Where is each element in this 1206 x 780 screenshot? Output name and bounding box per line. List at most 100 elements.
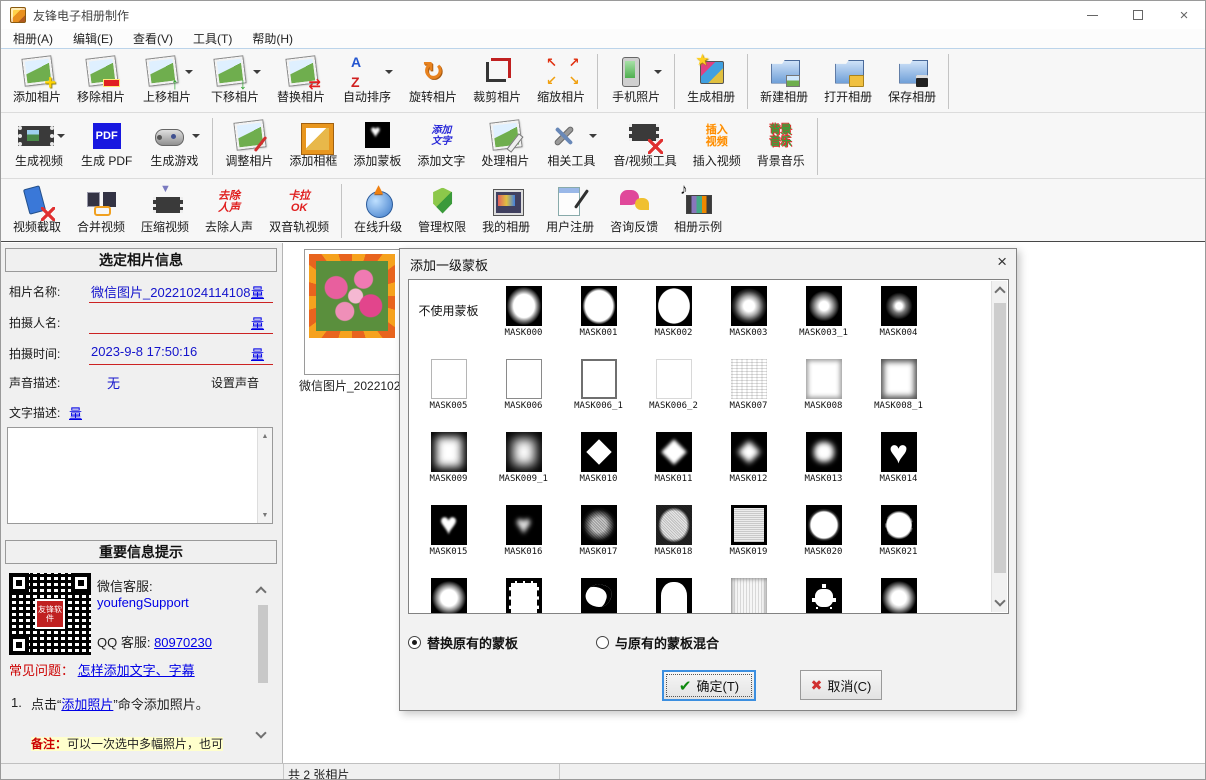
mask-item[interactable]: MASK008 bbox=[786, 353, 861, 426]
toolbar-merge-button[interactable]: 合并视频 bbox=[70, 181, 132, 237]
toolbar-process-button[interactable]: 处理相片 bbox=[474, 115, 536, 171]
ok-button[interactable]: ✔ 确定(T) bbox=[662, 670, 756, 701]
shoot-time-batch-link[interactable]: 量 bbox=[251, 344, 264, 363]
mask-item[interactable] bbox=[636, 572, 711, 614]
menu-item-help[interactable]: 帮助(H) bbox=[242, 28, 303, 49]
minimize-button[interactable] bbox=[1069, 1, 1115, 29]
chevron-down-icon[interactable] bbox=[654, 70, 662, 74]
textarea-scrollbar[interactable]: ▲ ▼ bbox=[257, 428, 272, 523]
scroll-down-icon[interactable] bbox=[994, 595, 1005, 606]
mask-item[interactable]: MASK009 bbox=[411, 426, 486, 499]
dialog-close-icon[interactable]: × bbox=[997, 253, 1007, 270]
toolbar-tools-button[interactable]: 相关工具 bbox=[538, 115, 604, 171]
photo-name-value[interactable]: 微信图片_20221024114108 bbox=[91, 282, 251, 301]
toolbar-folder-open-button[interactable]: 打开相册 bbox=[817, 51, 879, 107]
chevron-down-icon[interactable] bbox=[385, 70, 393, 74]
toolbar-photo-remove-button[interactable]: 移除相片 bbox=[70, 51, 132, 107]
chevron-down-icon[interactable] bbox=[589, 134, 597, 138]
toolbar-frame-button[interactable]: 添加相框 bbox=[282, 115, 344, 171]
toolbar-folder-new-button[interactable]: 新建相册 bbox=[753, 51, 815, 107]
mask-item[interactable]: MASK021 bbox=[861, 499, 936, 572]
menu-item-tools[interactable]: 工具(T) bbox=[183, 28, 242, 49]
panel-scroll-up-icon[interactable] bbox=[255, 586, 266, 597]
photo-thumbnail[interactable] bbox=[304, 249, 400, 375]
mask-item[interactable]: MASK006 bbox=[486, 353, 561, 426]
toolbar-upgrade-button[interactable]: 在线升级 bbox=[347, 181, 409, 237]
mask-item[interactable]: MASK008_1 bbox=[861, 353, 936, 426]
maximize-button[interactable] bbox=[1115, 1, 1161, 29]
toolbar-folder-save-button[interactable]: 保存相册 bbox=[881, 51, 943, 107]
mask-item[interactable] bbox=[486, 572, 561, 614]
mask-item[interactable]: MASK004 bbox=[861, 280, 936, 353]
radio-blend-mask[interactable]: 与原有的蒙板混合 bbox=[596, 633, 719, 652]
toolbar-photo-swap-button[interactable]: 替换相片 bbox=[270, 51, 332, 107]
mask-item[interactable]: MASK007 bbox=[711, 353, 786, 426]
scroll-up-icon[interactable] bbox=[994, 286, 1005, 297]
chevron-down-icon[interactable] bbox=[57, 134, 65, 138]
mask-item[interactable]: MASK003 bbox=[711, 280, 786, 353]
toolbar-crop-button[interactable]: 裁剪相片 bbox=[466, 51, 528, 107]
mask-item[interactable]: MASK012 bbox=[711, 426, 786, 499]
toolbar-photo-add-button[interactable]: 添加相片 bbox=[6, 51, 68, 107]
toolbar-mask-button[interactable]: 添加蒙板 bbox=[346, 115, 408, 171]
mask-item[interactable]: MASK019 bbox=[711, 499, 786, 572]
photographer-batch-link[interactable]: 量 bbox=[251, 313, 264, 332]
menu-item-album[interactable]: 相册(A) bbox=[3, 28, 63, 49]
toolbar-sort-button[interactable]: 自动排序 bbox=[334, 51, 400, 107]
toolbar-register-button[interactable]: 用户注册 bbox=[539, 181, 601, 237]
panel-scroll-down-icon[interactable] bbox=[255, 727, 266, 738]
mask-item[interactable]: MASK000 bbox=[486, 280, 561, 353]
toolbar-phone-button[interactable]: 手机照片 bbox=[603, 51, 669, 107]
toolbar-photo-down-button[interactable]: 下移相片 bbox=[202, 51, 268, 107]
cancel-button[interactable]: ✖ 取消(C) bbox=[800, 670, 882, 700]
toolbar-game-button[interactable]: 生成游戏 bbox=[141, 115, 207, 171]
toolbar-insvideo-button[interactable]: 插入视频插入视频 bbox=[686, 115, 748, 171]
mask-item[interactable]: MASK016 bbox=[486, 499, 561, 572]
toolbar-feedback-button[interactable]: 咨询反馈 bbox=[603, 181, 665, 237]
toolbar-capture-button[interactable]: 视频截取 bbox=[6, 181, 68, 237]
radio-replace-mask[interactable]: 替换原有的蒙板 bbox=[408, 633, 518, 652]
mask-item[interactable] bbox=[411, 572, 486, 614]
chevron-down-icon[interactable] bbox=[253, 70, 261, 74]
photo-name-batch-link[interactable]: 量 bbox=[251, 282, 264, 301]
toolbar-scale-button[interactable]: 缩放相片 bbox=[530, 51, 592, 107]
chevron-down-icon[interactable] bbox=[185, 70, 193, 74]
scroll-up-icon[interactable]: ▲ bbox=[258, 429, 272, 443]
toolbar-karaoke-button[interactable]: 卡拉OK双音轨视频 bbox=[262, 181, 336, 237]
close-button[interactable]: × bbox=[1161, 1, 1206, 29]
mask-list-scrollbar[interactable] bbox=[991, 281, 1007, 612]
mask-item[interactable]: MASK011 bbox=[636, 426, 711, 499]
shoot-time-value[interactable]: 2023-9-8 17:50:16 bbox=[91, 344, 197, 359]
wechat-service-id[interactable]: youfengSupport bbox=[97, 595, 189, 610]
chevron-down-icon[interactable] bbox=[192, 134, 200, 138]
toolbar-pdf-button[interactable]: PDF生成 PDF bbox=[74, 115, 139, 171]
set-sound-button[interactable]: 设置声音 bbox=[211, 374, 259, 391]
scroll-down-icon[interactable]: ▼ bbox=[258, 508, 272, 522]
mask-item[interactable]: MASK005 bbox=[411, 353, 486, 426]
toolbar-film-button[interactable]: 生成视频 bbox=[6, 115, 72, 171]
mask-item[interactable] bbox=[861, 572, 936, 614]
mask-item[interactable]: MASK001 bbox=[561, 280, 636, 353]
mask-item[interactable]: MASK002 bbox=[636, 280, 711, 353]
mask-item[interactable]: MASK006_1 bbox=[561, 353, 636, 426]
toolbar-bgmusic-button[interactable]: 背景音乐背景音乐 bbox=[750, 115, 812, 171]
toolbar-samples-button[interactable]: 相册示例 bbox=[667, 181, 729, 237]
panel-scrollbar-thumb[interactable] bbox=[258, 605, 268, 683]
mask-item[interactable]: MASK013 bbox=[786, 426, 861, 499]
toolbar-voice-button[interactable]: 去除人声去除人声 bbox=[198, 181, 260, 237]
mask-item[interactable]: MASK017 bbox=[561, 499, 636, 572]
toolbar-compress-button[interactable]: 压缩视频 bbox=[134, 181, 196, 237]
mask-item[interactable]: MASK003_1 bbox=[786, 280, 861, 353]
mask-item[interactable] bbox=[786, 572, 861, 614]
toolbar-adjust-button[interactable]: 调整相片 bbox=[218, 115, 280, 171]
photo-description-textarea[interactable]: ▲ ▼ bbox=[7, 427, 273, 524]
toolbar-photo-up-button[interactable]: 上移相片 bbox=[134, 51, 200, 107]
mask-item[interactable]: MASK014 bbox=[861, 426, 936, 499]
mask-item[interactable]: MASK020 bbox=[786, 499, 861, 572]
mask-item[interactable]: MASK009_1 bbox=[486, 426, 561, 499]
scrollbar-thumb[interactable] bbox=[994, 303, 1006, 573]
mask-item[interactable] bbox=[711, 572, 786, 614]
qq-number-link[interactable]: 80970230 bbox=[154, 635, 212, 650]
mask-item[interactable]: MASK018 bbox=[636, 499, 711, 572]
mask-item-none[interactable]: 不使用蒙板 bbox=[411, 280, 486, 353]
